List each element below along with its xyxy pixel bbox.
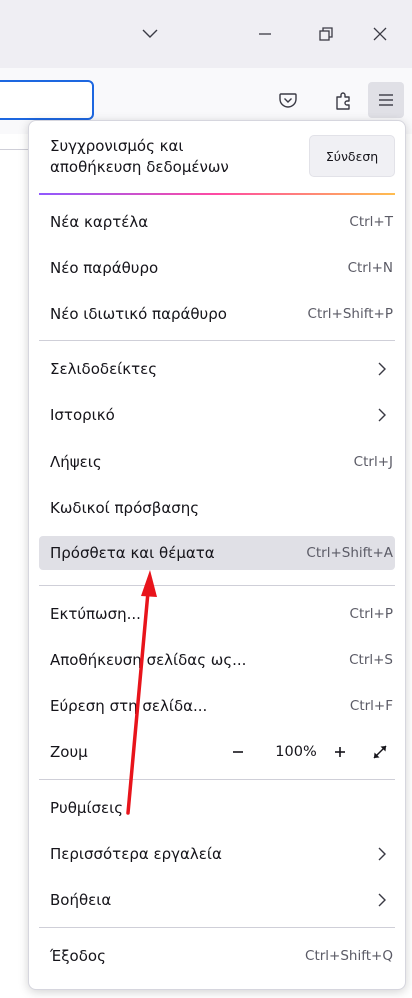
- menu-item-help[interactable]: Βοήθεια: [39, 883, 395, 917]
- menu-item-label: Νέα καρτέλα: [50, 213, 149, 231]
- menu-separator: [39, 340, 395, 341]
- close-icon: [373, 27, 387, 41]
- chevron-right-icon: [378, 847, 386, 861]
- minimize-button[interactable]: [245, 14, 285, 54]
- menu-item-exit[interactable]: Έξοδος Ctrl+Shift+Q: [39, 939, 395, 973]
- menu-item-label: Νέο ιδιωτικό παράθυρο: [50, 305, 227, 323]
- menu-item-label: Έξοδος: [50, 947, 106, 965]
- sync-line-2: αποθήκευση δεδομένων: [50, 158, 229, 176]
- menu-item-downloads[interactable]: Λήψεις Ctrl+J: [39, 445, 395, 479]
- menu-item-zoom: Ζουμ 100%: [39, 735, 395, 769]
- menu-item-shortcut: Ctrl+S: [349, 652, 393, 668]
- menu-item-print[interactable]: Εκτύπωση... Ctrl+P: [39, 597, 395, 631]
- chevron-down-icon: [142, 29, 158, 38]
- menu-item-addons-and-themes[interactable]: Πρόσθετα και θέματα Ctrl+Shift+A: [39, 536, 395, 570]
- restore-button[interactable]: [306, 14, 346, 54]
- extensions-button[interactable]: [326, 82, 362, 118]
- address-bar[interactable]: [0, 80, 94, 120]
- menu-item-label: Πρόσθετα και θέματα: [50, 544, 215, 562]
- plus-icon: [335, 747, 345, 757]
- app-menu-panel: Συγχρονισμός και αποθήκευση δεδομένων Σύ…: [28, 120, 406, 990]
- pocket-icon: [279, 93, 297, 108]
- menu-item-shortcut: Ctrl+Shift+Q: [305, 948, 393, 964]
- menu-item-save-page-as[interactable]: Αποθήκευση σελίδας ως... Ctrl+S: [39, 643, 395, 677]
- chevron-right-icon: [378, 893, 386, 907]
- zoom-in-button[interactable]: [327, 739, 353, 765]
- menu-item-label: Σελιδοδείκτες: [50, 360, 158, 378]
- menu-item-shortcut: Ctrl+P: [349, 606, 393, 622]
- menu-separator: [39, 585, 395, 586]
- restore-icon: [319, 27, 333, 41]
- menu-item-label: Ρυθμίσεις: [50, 799, 124, 817]
- menu-item-shortcut: Ctrl+Shift+P: [307, 306, 393, 322]
- chevron-right-icon: [378, 362, 386, 376]
- app-menu-button[interactable]: [368, 82, 404, 118]
- chevron-right-icon: [378, 408, 386, 422]
- menu-item-label: Νέο παράθυρο: [50, 259, 159, 277]
- menu-item-shortcut: Ctrl+N: [347, 260, 393, 276]
- sync-description: Συγχρονισμός και αποθήκευση δεδομένων: [50, 136, 280, 178]
- menu-item-settings[interactable]: Ρυθμίσεις: [39, 791, 395, 825]
- menu-item-label: Εύρεση στη σελίδα...: [50, 697, 208, 715]
- menu-item-new-tab[interactable]: Νέα καρτέλα Ctrl+T: [39, 205, 395, 239]
- extensions-icon: [336, 92, 350, 110]
- menu-item-more-tools[interactable]: Περισσότερα εργαλεία: [39, 837, 395, 871]
- minimize-icon: [259, 33, 271, 35]
- menu-separator: [39, 779, 395, 780]
- sign-in-button[interactable]: Σύνδεση: [309, 135, 395, 177]
- menu-item-label: Εκτύπωση...: [50, 605, 141, 623]
- menu-item-label: Κωδικοί πρόσβασης: [50, 499, 200, 517]
- fullscreen-button[interactable]: [367, 739, 393, 765]
- menu-item-label: Βοήθεια: [50, 891, 112, 909]
- zoom-reset-button[interactable]: 100%: [271, 739, 321, 765]
- menu-item-label: Αποθήκευση σελίδας ως...: [50, 651, 247, 669]
- menu-item-label: Ζουμ: [50, 743, 88, 761]
- close-button[interactable]: [360, 14, 400, 54]
- hamburger-menu-icon: [379, 94, 393, 106]
- menu-item-find-in-page[interactable]: Εύρεση στη σελίδα... Ctrl+F: [39, 689, 395, 723]
- menu-item-shortcut: Ctrl+F: [349, 698, 393, 714]
- menu-item-shortcut: Ctrl+J: [353, 454, 393, 470]
- pocket-button[interactable]: [270, 82, 306, 118]
- sync-line-1: Συγχρονισμός και: [50, 137, 184, 155]
- menu-separator: [39, 927, 395, 928]
- window-titlebar: [0, 0, 412, 68]
- menu-item-shortcut: Ctrl+Shift+A: [306, 545, 393, 561]
- menu-item-history[interactable]: Ιστορικό: [39, 398, 395, 432]
- minus-icon: [233, 751, 243, 753]
- menu-item-shortcut: Ctrl+T: [349, 214, 393, 230]
- toolbar-divider: [0, 149, 28, 150]
- accent-divider: [39, 193, 395, 195]
- list-all-tabs-button[interactable]: [130, 14, 170, 54]
- menu-item-label: Περισσότερα εργαλεία: [50, 845, 222, 863]
- menu-item-label: Λήψεις: [50, 453, 102, 471]
- menu-item-new-private-window[interactable]: Νέο ιδιωτικό παράθυρο Ctrl+Shift+P: [39, 297, 395, 331]
- sync-section: Συγχρονισμός και αποθήκευση δεδομένων Σύ…: [29, 121, 405, 192]
- zoom-out-button[interactable]: [225, 739, 251, 765]
- menu-item-bookmarks[interactable]: Σελιδοδείκτες: [39, 352, 395, 386]
- fullscreen-icon: [373, 745, 387, 759]
- menu-item-label: Ιστορικό: [50, 406, 115, 424]
- menu-item-passwords[interactable]: Κωδικοί πρόσβασης: [39, 491, 395, 525]
- menu-item-new-window[interactable]: Νέο παράθυρο Ctrl+N: [39, 251, 395, 285]
